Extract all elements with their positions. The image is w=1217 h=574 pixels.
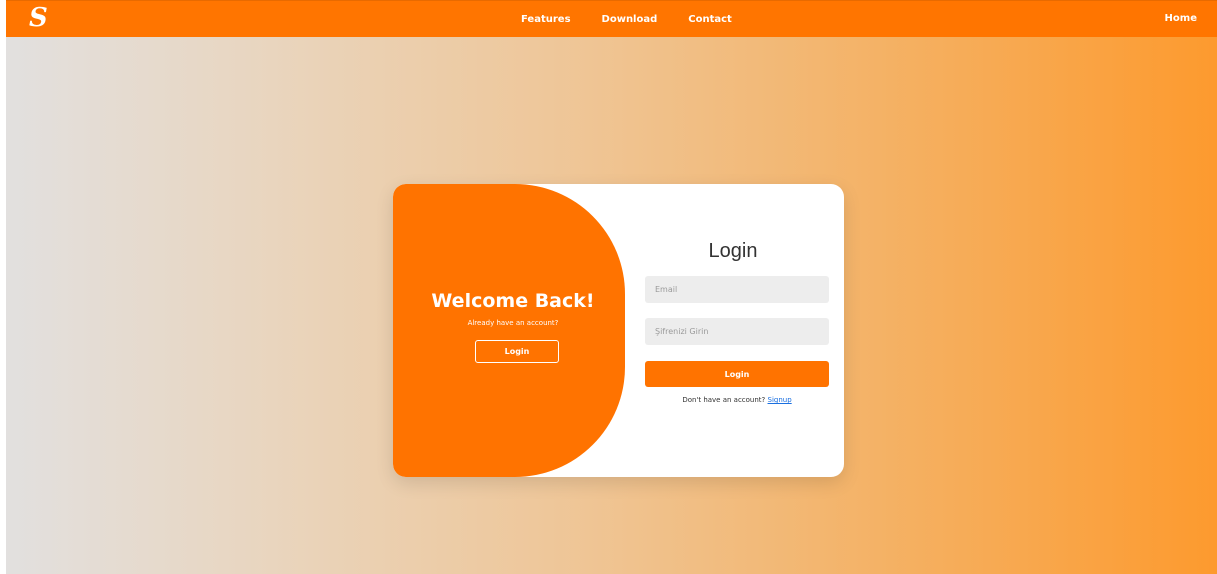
top-navbar: S Features Download Contact Home [6,0,1217,37]
nav-link-home[interactable]: Home [1165,1,1197,37]
brand-logo[interactable]: S [29,3,48,33]
signup-prompt-text: Don't have an account? [682,396,766,404]
nav-link-contact[interactable]: Contact [688,14,732,25]
welcome-panel: Welcome Back! Already have an account? L… [393,184,625,477]
login-submit-button[interactable]: Login [645,361,829,387]
email-input[interactable] [645,276,829,303]
nav-link-features[interactable]: Features [521,14,571,25]
welcome-title: Welcome Back! [431,290,595,312]
welcome-subtitle: Already have an account? [467,319,559,327]
auth-card: Welcome Back! Already have an account? L… [393,184,844,477]
nav-link-download[interactable]: Download [602,14,658,25]
page-background: S Features Download Contact Home Welcome… [6,0,1217,574]
login-form: Login Login Don't have an account? Signu… [638,184,844,477]
login-title: Login [708,240,758,262]
welcome-login-button[interactable]: Login [475,340,559,363]
nav-links: Features Download Contact [521,1,763,37]
signup-link[interactable]: Signup [768,396,792,404]
signup-prompt: Don't have an account? Signup [638,396,836,404]
password-input[interactable] [645,318,829,345]
